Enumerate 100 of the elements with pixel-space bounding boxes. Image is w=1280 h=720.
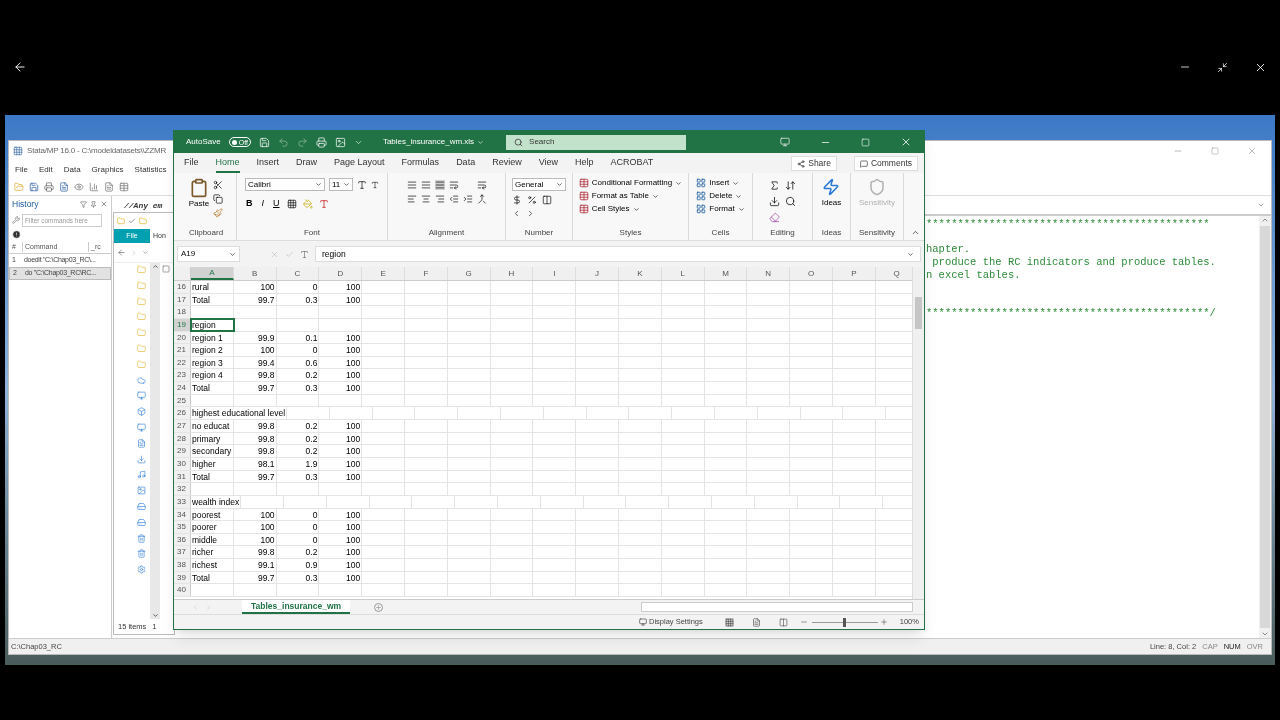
editor-tab[interactable]: //Any em bbox=[124, 200, 163, 212]
fill-icon[interactable] bbox=[769, 196, 780, 207]
ribbon-display-icon[interactable] bbox=[780, 137, 790, 147]
align-center-icon[interactable] bbox=[420, 194, 431, 204]
graph-icon[interactable] bbox=[89, 181, 99, 192]
outdent-icon[interactable] bbox=[448, 194, 459, 204]
page-layout-icon[interactable] bbox=[751, 617, 761, 627]
collapse-ribbon-icon[interactable] bbox=[911, 228, 920, 237]
picture-icon[interactable] bbox=[334, 136, 346, 148]
decrease-decimal-icon[interactable] bbox=[526, 209, 535, 218]
autosum-icon[interactable] bbox=[769, 180, 780, 191]
copy-icon[interactable] bbox=[213, 194, 224, 204]
add-sheet-icon[interactable] bbox=[374, 602, 384, 612]
normal-view-icon[interactable] bbox=[724, 617, 734, 627]
ribbon-tab[interactable]: ACROBAT bbox=[610, 155, 654, 173]
percent-icon[interactable] bbox=[527, 195, 537, 205]
recent-icon[interactable] bbox=[142, 249, 149, 256]
do-file-editor-icon[interactable] bbox=[104, 181, 114, 192]
size-select[interactable]: 11 bbox=[329, 178, 353, 191]
scroll-down-icon[interactable] bbox=[1261, 630, 1269, 638]
underline-button[interactable]: U bbox=[272, 197, 281, 211]
number-format-select[interactable]: General bbox=[512, 178, 566, 191]
ribbon-tab[interactable]: View bbox=[538, 155, 558, 173]
ribbon-button[interactable]: Conditional Formatting bbox=[578, 178, 683, 188]
table-icon[interactable] bbox=[578, 204, 589, 214]
search-icon[interactable] bbox=[785, 196, 796, 207]
share-button[interactable]: Share bbox=[791, 156, 837, 171]
checkbox-icon[interactable] bbox=[162, 265, 170, 273]
search-icon[interactable] bbox=[514, 137, 524, 147]
pin-icon[interactable] bbox=[90, 200, 97, 208]
grid-icon[interactable] bbox=[696, 204, 707, 214]
caret-icon[interactable] bbox=[675, 179, 683, 187]
caret-icon[interactable] bbox=[343, 181, 350, 188]
viewer-icon[interactable] bbox=[74, 181, 84, 192]
menu-item[interactable]: File bbox=[15, 163, 28, 176]
grow-font-icon[interactable] bbox=[357, 179, 367, 190]
cut-icon[interactable] bbox=[213, 180, 224, 190]
table-icon[interactable] bbox=[578, 178, 589, 188]
caret-icon[interactable] bbox=[651, 192, 659, 200]
menu-item[interactable]: Statistics bbox=[134, 163, 167, 176]
ribbon-tab[interactable]: Insert bbox=[256, 155, 280, 173]
indent-icon[interactable] bbox=[462, 194, 473, 204]
menu-item[interactable]: Graphics bbox=[91, 163, 124, 176]
name-box[interactable]: A19 bbox=[177, 246, 240, 262]
share-icon[interactable] bbox=[797, 159, 806, 168]
caret-icon[interactable] bbox=[477, 138, 485, 146]
table-icon[interactable] bbox=[578, 191, 589, 201]
save-icon[interactable] bbox=[29, 181, 39, 192]
ribbon-tab[interactable]: Help bbox=[575, 155, 594, 173]
zoom-slider[interactable] bbox=[843, 617, 847, 627]
ribbon-tab[interactable]: Review bbox=[492, 155, 522, 173]
grid-icon[interactable] bbox=[696, 191, 707, 201]
wrap-text-icon[interactable] bbox=[476, 180, 487, 190]
paste-button[interactable]: Paste bbox=[188, 178, 210, 208]
bottom-align-icon[interactable] bbox=[434, 180, 445, 190]
borders-icon[interactable] bbox=[286, 198, 297, 209]
sheet-tab[interactable]: Tables_insurance_wm bbox=[242, 600, 351, 614]
horizontal-scrollbar[interactable] bbox=[641, 602, 914, 612]
back-icon[interactable] bbox=[13, 60, 27, 74]
monitor-icon[interactable] bbox=[639, 618, 647, 626]
lightning-icon[interactable] bbox=[822, 178, 841, 196]
increase-decimal-icon[interactable] bbox=[512, 209, 521, 218]
function-icon[interactable] bbox=[300, 249, 309, 259]
ribbon-tab[interactable]: Draw bbox=[296, 155, 318, 173]
ribbon-button[interactable]: Cell Styles bbox=[578, 204, 683, 214]
zoom-out-icon[interactable] bbox=[799, 618, 808, 626]
bold-button[interactable]: B bbox=[245, 197, 254, 211]
middle-align-icon[interactable] bbox=[420, 180, 431, 190]
folder-icon[interactable] bbox=[14, 181, 24, 192]
caret-icon[interactable] bbox=[632, 205, 640, 213]
data-editor-icon[interactable] bbox=[119, 181, 129, 192]
ribbon-tab[interactable]: File bbox=[184, 155, 199, 173]
eraser-icon[interactable] bbox=[769, 212, 780, 223]
align-left-icon[interactable] bbox=[406, 194, 417, 204]
ideas-button[interactable]: Ideas bbox=[821, 178, 842, 207]
scrollbar[interactable] bbox=[150, 263, 160, 619]
vertical-scrollbar[interactable] bbox=[912, 267, 924, 599]
ribbon-tab[interactable]: Page Layout bbox=[334, 155, 385, 173]
font-color-icon[interactable] bbox=[318, 198, 329, 209]
sort-filter-icon[interactable] bbox=[785, 180, 796, 191]
ribbon-button[interactable]: Format as Table bbox=[578, 191, 683, 201]
scroll-up-icon[interactable] bbox=[1261, 216, 1269, 224]
ribbon-button[interactable]: Format bbox=[696, 204, 745, 214]
search-field[interactable]: Search bbox=[506, 134, 687, 150]
scroll-up-icon[interactable] bbox=[151, 263, 159, 270]
scroll-down-icon[interactable] bbox=[151, 612, 159, 619]
page-break-icon[interactable] bbox=[778, 617, 788, 627]
menu-item[interactable]: Data bbox=[63, 163, 81, 176]
shrink-font-icon[interactable] bbox=[371, 180, 379, 189]
caret-icon[interactable] bbox=[556, 181, 563, 188]
print-icon[interactable] bbox=[44, 181, 54, 192]
log-icon[interactable] bbox=[59, 181, 69, 192]
ribbon-button[interactable]: Insert bbox=[696, 178, 745, 188]
top-align-icon[interactable] bbox=[406, 180, 417, 190]
exit-fullscreen-icon[interactable] bbox=[1217, 61, 1228, 73]
comment-icon[interactable] bbox=[859, 159, 868, 168]
merge-icon[interactable] bbox=[476, 194, 487, 204]
orientation-icon[interactable] bbox=[448, 180, 459, 190]
caret-icon[interactable] bbox=[907, 250, 914, 258]
filter-icon[interactable] bbox=[80, 200, 87, 208]
